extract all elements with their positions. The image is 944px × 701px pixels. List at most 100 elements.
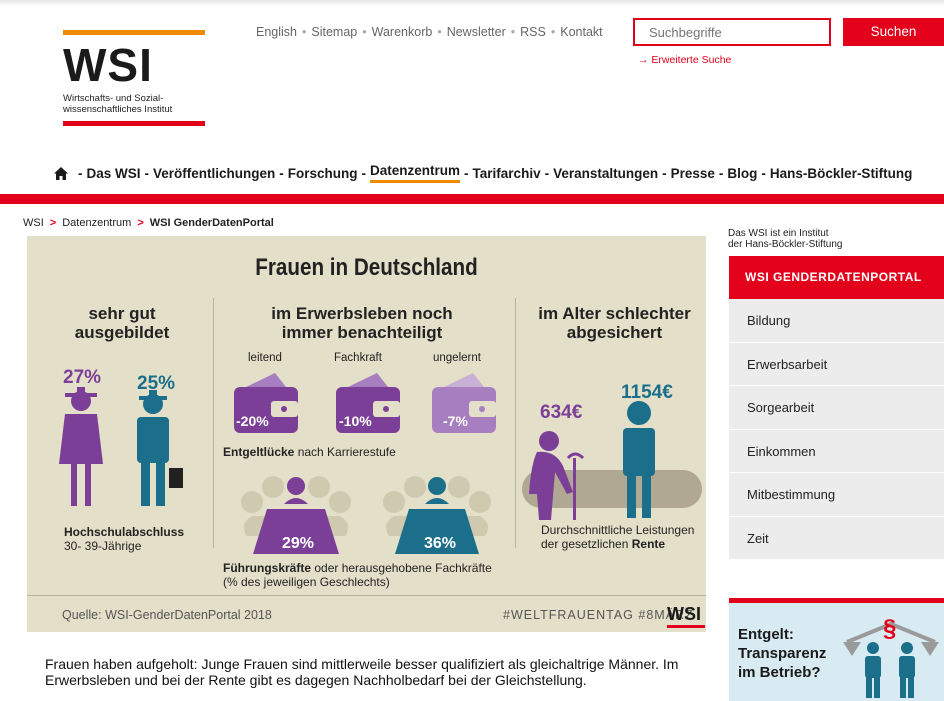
col2-heading-line2: immer benachteiligt — [281, 323, 443, 342]
pension-men: 1154€ — [621, 382, 673, 403]
teaser-line3: im Betrieb? — [738, 664, 821, 681]
gap-caption-bold: Entgeltlücke — [223, 445, 295, 459]
edu-men-pct: 25% — [137, 373, 176, 394]
breadcrumb: WSI > Datenzentrum > WSI GenderDatenPortal — [23, 217, 274, 229]
col3-heading-line1: im Alter schlechter — [538, 304, 691, 323]
nav-red-rule — [0, 194, 944, 204]
edu-women-pct: 27% — [63, 367, 102, 388]
gap-caption-rest: nach Karrierestufe — [294, 445, 396, 459]
sidebar-note-line2: der Hans-Böckler-Stiftung — [728, 239, 843, 250]
infographic[interactable]: Frauen in Deutschland sehr gut ausgebild… — [27, 236, 706, 632]
gap-leitend: -20% — [236, 413, 269, 429]
util-link-warenkorb[interactable]: Warenkorb — [372, 25, 433, 39]
separator: • — [302, 25, 307, 39]
logo-orange-bar — [63, 30, 205, 35]
util-link-sitemap[interactable]: Sitemap — [311, 25, 357, 39]
advanced-search-link[interactable]: → Erweiterte Suche — [638, 54, 731, 66]
separator: - — [718, 165, 724, 181]
lead-women-pct: 29% — [282, 535, 315, 552]
separator: - — [544, 165, 550, 181]
sidebar-note: Das WSI ist ein Institut der Hans-Böckle… — [728, 228, 843, 250]
logo-red-bar — [63, 121, 205, 126]
scales-figures-icon: § — [843, 615, 939, 698]
separator: - — [361, 165, 367, 181]
level-label-fachkraft: Fachkraft — [334, 352, 382, 364]
col3-heading: im Alter schlechter abgesichert — [527, 304, 702, 342]
col2-heading: im Erwerbsleben noch immer benachteiligt — [247, 304, 477, 342]
util-link-english[interactable]: English — [256, 25, 297, 39]
nav-presse[interactable]: Presse — [671, 166, 715, 181]
infographic-logo-bar — [667, 625, 705, 628]
sidebar-menu-title[interactable]: WSI GENDERDATENPORTAL — [729, 256, 944, 299]
sidebar-item-bildung[interactable]: Bildung — [729, 299, 944, 343]
separator: - — [78, 165, 83, 181]
graduate-man-icon — [137, 390, 183, 506]
sidebar-item-erwerbsarbeit[interactable]: Erwerbsarbeit — [729, 342, 944, 386]
teaser-line2: Transparenz — [738, 645, 827, 662]
pension-caption: Durchschnittliche Leistungen der gesetzl… — [541, 523, 694, 551]
nav-hans-boeckler-stiftung[interactable]: Hans-Böckler-Stiftung — [770, 166, 913, 181]
pension-women: 634€ — [540, 402, 583, 423]
separator: - — [761, 165, 766, 181]
col1-heading-line1: sehr gut — [88, 304, 156, 323]
logo-subtitle-line1: Wirtschafts- und Sozial- — [63, 93, 164, 104]
gap-fachkraft: -10% — [339, 413, 372, 429]
sidebar-item-zeit[interactable]: Zeit — [729, 516, 944, 560]
edu-caption: Hochschulabschluss 30- 39-Jährige — [64, 525, 184, 553]
breadcrumb-arrow-icon: > — [49, 217, 57, 229]
gap-caption: Entgeltlücke nach Karrierestufe — [223, 445, 396, 459]
separator: - — [464, 165, 469, 181]
separator: - — [662, 165, 667, 181]
col1-heading: sehr gut ausgebildet — [57, 304, 187, 342]
separator: • — [550, 25, 556, 39]
breadcrumb-datenzentrum[interactable]: Datenzentrum — [62, 217, 131, 229]
page: WSI Wirtschafts- und Sozial- wissenschaf… — [0, 0, 944, 701]
top-shadow — [0, 0, 944, 6]
sidebar-note-line1: Das WSI ist ein Institut — [728, 228, 829, 239]
breadcrumb-arrow-icon: > — [137, 217, 144, 229]
nav-veroeffentlichungen[interactable]: Veröffentlichungen — [153, 166, 275, 181]
lead-caption: Führungskräfte oder herausgehobene Fachk… — [223, 561, 492, 589]
util-link-kontakt[interactable]: Kontakt — [560, 25, 602, 39]
separator: • — [362, 25, 367, 39]
nav-forschung[interactable]: Forschung — [288, 166, 358, 181]
search-button[interactable]: Suchen — [843, 18, 944, 46]
sidebar-item-einkommen[interactable]: Einkommen — [729, 429, 944, 473]
col1-heading-line2: ausgebildet — [74, 323, 170, 342]
separator: - — [144, 165, 150, 181]
logo-subtitle: Wirtschafts- und Sozial- wissenschaftlic… — [63, 93, 205, 115]
pension-caption-line2: der gesetzlichen — [541, 537, 632, 551]
col2-heading-line1: im Erwerbsleben noch — [271, 304, 453, 323]
level-label-leitend: leitend — [248, 352, 282, 364]
gap-ungelernt: -7% — [443, 413, 468, 429]
sidebar-item-mitbestimmung[interactable]: Mitbestimmung — [729, 473, 944, 517]
nav-datenzentrum[interactable]: Datenzentrum — [370, 163, 461, 183]
graduate-woman-icon — [59, 387, 103, 506]
lead-caption-line2: (% des jeweiligen Geschlechts) — [223, 575, 390, 589]
infographic-source: Quelle: WSI-GenderDatenPortal 2018 — [62, 608, 272, 622]
separator: • — [437, 25, 442, 39]
lead-caption-bold: Führungskräfte — [223, 561, 312, 575]
entgelt-teaser[interactable]: Entgelt: Transparenz im Betrieb? § — [729, 598, 944, 701]
nav-blog[interactable]: Blog — [727, 166, 757, 181]
teaser-line1: Entgelt: — [738, 626, 794, 643]
logo-subtitle-line2: wissenschaftliches Institut — [63, 104, 173, 115]
util-link-newsletter[interactable]: Newsletter — [447, 25, 506, 39]
sidebar-menu: WSI GENDERDATENPORTAL Bildung Erwerbsarb… — [729, 256, 944, 560]
breadcrumb-current: WSI GenderDatenPortal — [149, 217, 274, 229]
column-divider — [515, 298, 516, 548]
nav-veranstaltungen[interactable]: Veranstaltungen — [553, 166, 658, 181]
nav-tarifarchiv[interactable]: Tarifarchiv — [473, 166, 541, 181]
home-icon[interactable] — [54, 166, 68, 180]
infographic-hashtags: #WELTFRAUENTAG #8MÄRZ — [503, 608, 694, 622]
breadcrumb-home[interactable]: WSI — [23, 217, 44, 229]
logo-wordmark: WSI — [63, 39, 153, 91]
nav-das-wsi[interactable]: Das WSI — [87, 166, 141, 181]
util-link-rss[interactable]: RSS — [520, 25, 546, 39]
edu-caption-bold: Hochschulabschluss — [64, 525, 185, 539]
paragraph-symbol: § — [883, 615, 896, 642]
sidebar-item-sorgearbeit[interactable]: Sorgearbeit — [729, 386, 944, 430]
wsi-logo[interactable]: WSI Wirtschafts- und Sozial- wissenschaf… — [63, 30, 205, 126]
utility-nav: English • Sitemap • Warenkorb • Newsletter • RSS… — [256, 25, 603, 39]
search-input[interactable] — [633, 18, 831, 46]
